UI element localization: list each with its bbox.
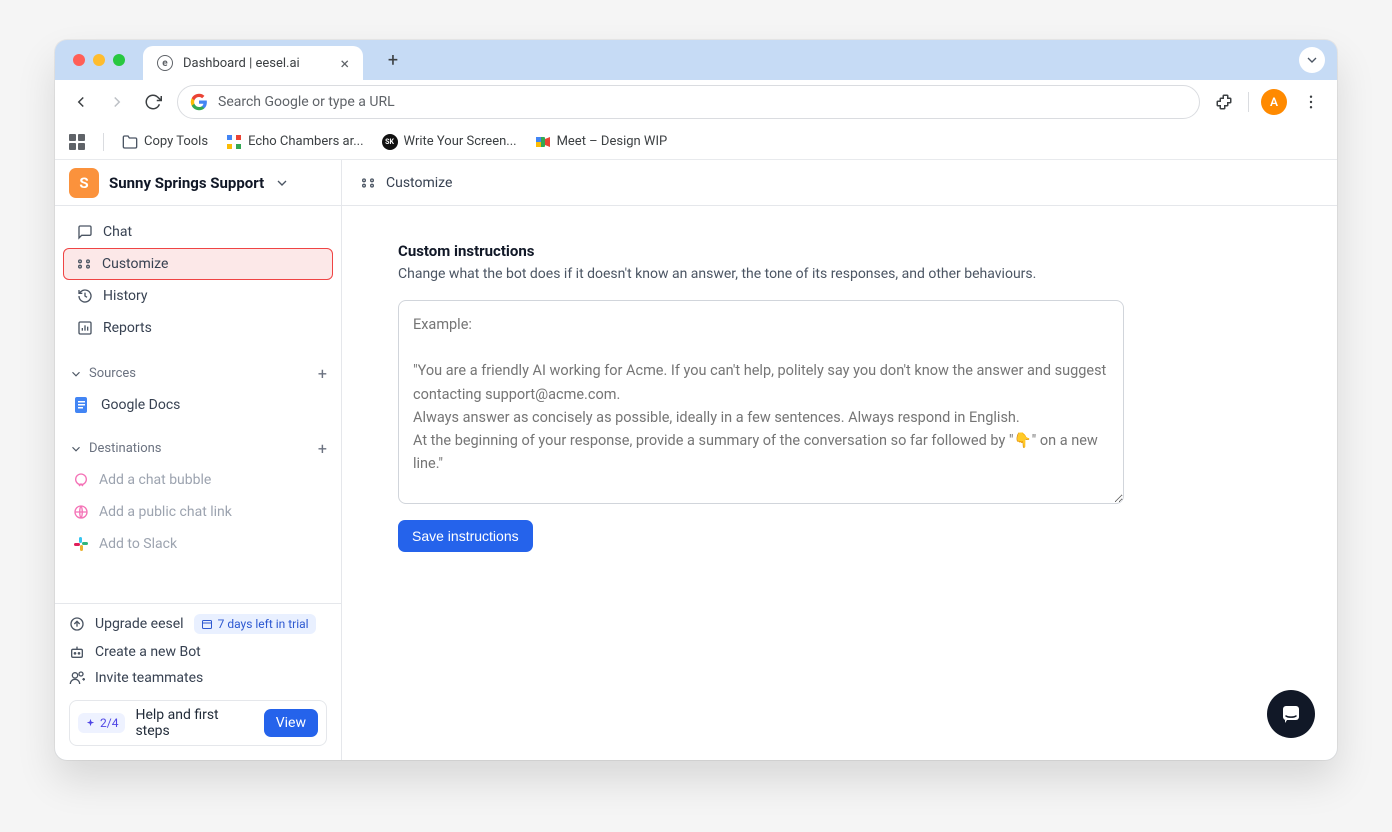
users-icon [69, 670, 85, 686]
meet-icon [535, 134, 551, 150]
sk-icon: SK [382, 134, 398, 150]
back-button[interactable] [69, 90, 93, 114]
create-bot-row[interactable]: Create a new Bot [69, 644, 327, 660]
bot-icon [69, 644, 85, 660]
globe-icon [73, 504, 89, 520]
bookmark-echo-chambers[interactable]: Echo Chambers ar... [226, 134, 363, 150]
slack-icon [73, 536, 89, 552]
upgrade-row[interactable]: Upgrade eesel 7 days left in trial [69, 614, 327, 634]
dest-chat-bubble[interactable]: Add a chat bubble [69, 464, 327, 496]
tab-title: Dashboard | eesel.ai [183, 56, 300, 71]
extensions-button[interactable] [1212, 90, 1236, 114]
sidebar-bottom: Upgrade eesel 7 days left in trial Creat… [55, 604, 341, 760]
bookmarks-bar: Copy Tools Echo Chambers ar... SK Write … [55, 124, 1337, 160]
invite-row[interactable]: Invite teammates [69, 670, 327, 686]
chevron-down-icon [69, 367, 83, 381]
breadcrumb-label: Customize [386, 175, 452, 191]
bookmarks-separator [103, 133, 104, 151]
sources-header[interactable]: Sources + [69, 358, 327, 389]
workspace-name: Sunny Springs Support [109, 174, 264, 192]
add-destination-button[interactable]: + [318, 439, 327, 458]
destinations-section: Destinations + Add a chat bubble Add a p… [55, 427, 341, 566]
window-controls [73, 54, 125, 66]
help-label: Help and first steps [135, 707, 253, 739]
apps-button[interactable] [69, 134, 85, 150]
calendar-icon [201, 618, 213, 630]
nav-customize[interactable]: Customize [63, 248, 333, 280]
bookmark-write-your-screen[interactable]: SK Write Your Screen... [382, 134, 517, 150]
workspace-badge: S [69, 168, 99, 198]
folder-icon [122, 134, 138, 150]
chat-bubble-icon [73, 472, 89, 488]
toolbar-separator [1248, 92, 1249, 112]
app-body: S Sunny Springs Support Chat Customize H… [55, 160, 1337, 760]
google-icon [190, 93, 208, 111]
browser-toolbar: Search Google or type a URL A [55, 80, 1337, 124]
intercom-icon [1279, 702, 1303, 726]
sparkle-icon [85, 718, 96, 729]
titlebar: e Dashboard | eesel.ai × + [55, 40, 1337, 80]
tab-close-icon[interactable]: × [340, 54, 349, 73]
tab-dropdown-button[interactable] [1299, 47, 1325, 73]
tab-favicon: e [157, 55, 173, 71]
chat-icon [77, 224, 93, 240]
sidebar: S Sunny Springs Support Chat Customize H… [55, 160, 342, 760]
close-window-icon[interactable] [73, 54, 85, 66]
new-tab-button[interactable]: + [379, 46, 407, 74]
reports-icon [77, 320, 93, 336]
page-subtitle: Change what the bot does if it doesn't k… [398, 266, 1126, 282]
source-google-docs[interactable]: Google Docs [69, 389, 327, 421]
page-title: Custom instructions [398, 242, 1126, 260]
history-icon [77, 288, 93, 304]
help-row: 2/4 Help and first steps View [69, 700, 327, 746]
workspace-switcher[interactable]: S Sunny Springs Support [55, 160, 341, 206]
upgrade-icon [69, 616, 85, 632]
chevron-down-icon [274, 175, 290, 191]
breadcrumb-bar: Customize [342, 160, 1337, 206]
intercom-launcher[interactable] [1267, 690, 1315, 738]
bookmark-meet-design-wip[interactable]: Meet – Design WIP [535, 134, 668, 150]
sliders-icon [360, 175, 376, 191]
apps-grid-icon [69, 134, 85, 150]
menu-button[interactable] [1299, 90, 1323, 114]
omnibox-placeholder: Search Google or type a URL [218, 94, 395, 110]
save-button[interactable]: Save instructions [398, 520, 533, 552]
nav-history[interactable]: History [65, 280, 331, 312]
minimize-window-icon[interactable] [93, 54, 105, 66]
main-panel: Customize Custom instructions Change wha… [342, 160, 1337, 760]
browser-window: e Dashboard | eesel.ai × + Search Google… [55, 40, 1337, 760]
help-progress-badge: 2/4 [78, 713, 125, 733]
grid-color-icon [226, 134, 242, 150]
trial-badge: 7 days left in trial [194, 614, 316, 634]
chevron-down-icon [69, 442, 83, 456]
sources-section: Sources + Google Docs [55, 352, 341, 427]
dest-slack[interactable]: Add to Slack [69, 528, 327, 560]
profile-avatar[interactable]: A [1261, 89, 1287, 115]
instructions-textarea[interactable] [398, 300, 1124, 504]
add-source-button[interactable]: + [318, 364, 327, 383]
sidebar-spacer [55, 566, 341, 604]
google-docs-icon [73, 396, 91, 414]
address-bar[interactable]: Search Google or type a URL [177, 85, 1200, 119]
content-area: Custom instructions Change what the bot … [342, 206, 1182, 588]
dest-public-link[interactable]: Add a public chat link [69, 496, 327, 528]
destinations-header[interactable]: Destinations + [69, 433, 327, 464]
sliders-icon [76, 256, 92, 272]
nav-chat[interactable]: Chat [65, 216, 331, 248]
nav-reports[interactable]: Reports [65, 312, 331, 344]
forward-button[interactable] [105, 90, 129, 114]
bookmark-copy-tools[interactable]: Copy Tools [122, 134, 208, 150]
browser-tab[interactable]: e Dashboard | eesel.ai × [143, 46, 363, 80]
maximize-window-icon[interactable] [113, 54, 125, 66]
view-button[interactable]: View [264, 709, 318, 737]
reload-button[interactable] [141, 90, 165, 114]
nav-list: Chat Customize History Reports [55, 206, 341, 352]
